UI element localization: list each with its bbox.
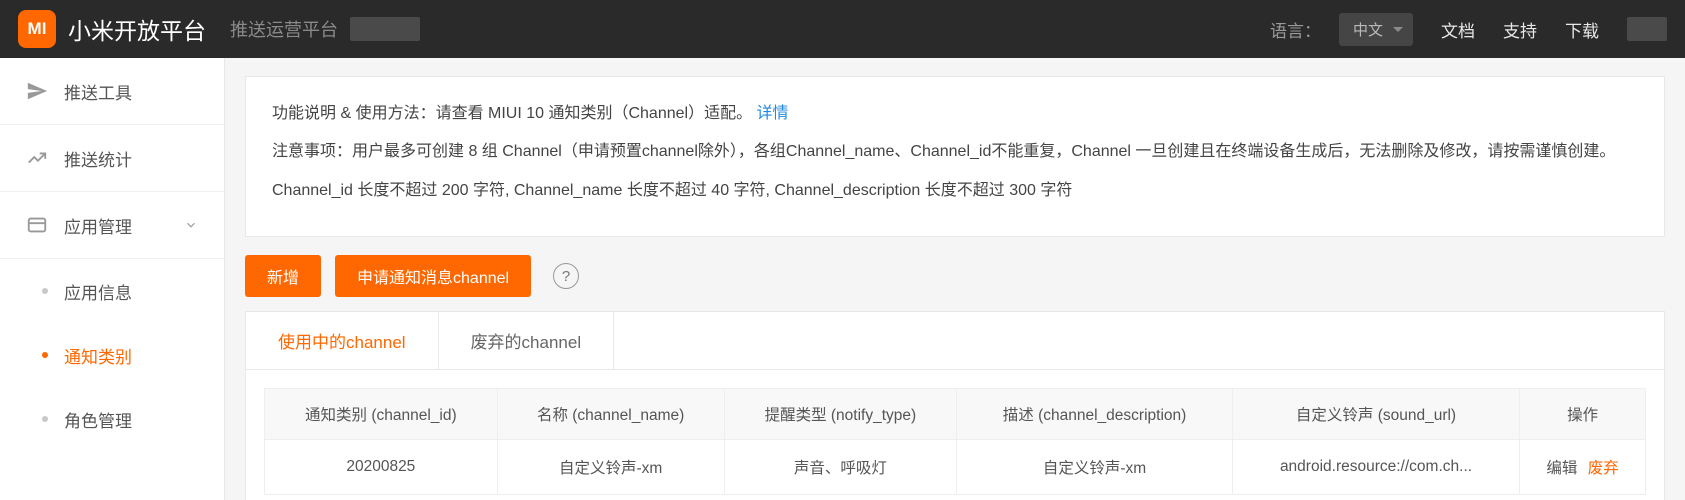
sidebar-sub-label: 通知类别 [64, 343, 132, 368]
brand-title: 小米开放平台 [68, 12, 206, 46]
sub-platform-label: 推送运营平台 [230, 16, 338, 42]
table-wrapper: 通知类别 (channel_id) 名称 (channel_name) 提醒类型… [246, 370, 1664, 500]
bullet-icon [42, 288, 48, 294]
cell-description: 自定义铃声-xm [957, 440, 1233, 495]
nav-docs-link[interactable]: 文档 [1441, 17, 1475, 42]
sidebar-item-push-tools[interactable]: 推送工具 [0, 58, 224, 125]
th-channel-id: 通知类别 (channel_id) [265, 389, 498, 440]
th-notify-type: 提醒类型 (notify_type) [724, 389, 957, 440]
th-sound-url: 自定义铃声 (sound_url) [1232, 389, 1519, 440]
th-channel-name: 名称 (channel_name) [497, 389, 724, 440]
notice-box: 功能说明 & 使用方法：请查看 MIUI 10 通知类别（Channel）适配。… [245, 76, 1665, 237]
sidebar-sub-app-info[interactable]: 应用信息 [64, 259, 224, 323]
sidebar-submenu: 应用信息 通知类别 角色管理 [0, 259, 224, 451]
table-header-row: 通知类别 (channel_id) 名称 (channel_name) 提醒类型… [265, 389, 1646, 440]
sidebar-label: 应用管理 [64, 213, 132, 238]
cell-actions: 编辑 废弃 [1520, 440, 1646, 495]
apply-channel-button[interactable]: 申请通知消息channel [335, 255, 531, 297]
bullet-icon [42, 416, 48, 422]
sidebar-label: 推送统计 [64, 146, 132, 171]
discard-action[interactable]: 废弃 [1588, 460, 1619, 477]
sidebar-sub-notify-category[interactable]: 通知类别 [64, 323, 224, 387]
main-layout: 推送工具 推送统计 应用管理 应用信息 通知类别 角色管理 [0, 58, 1685, 500]
send-icon [26, 80, 48, 102]
sidebar-sub-label: 应用信息 [64, 279, 132, 304]
notice-text: 功能说明 & 使用方法：请查看 MIUI 10 通知类别（Channel）适配。 [272, 105, 757, 122]
sidebar-item-push-stats[interactable]: 推送统计 [0, 125, 224, 192]
tab-in-use[interactable]: 使用中的channel [246, 312, 439, 369]
bullet-icon [42, 352, 48, 358]
sidebar-item-app-mgmt[interactable]: 应用管理 [0, 192, 224, 259]
edit-action[interactable]: 编辑 [1546, 460, 1577, 477]
header-obscured-area [350, 17, 420, 41]
nav-download-link[interactable]: 下载 [1565, 17, 1599, 42]
tabs-bar: 使用中的channel 废弃的channel [246, 312, 1664, 370]
language-label: 语言： [1270, 17, 1321, 42]
table-row: 20200825 自定义铃声-xm 声音、呼吸灯 自定义铃声-xm androi… [265, 440, 1646, 495]
sidebar: 推送工具 推送统计 应用管理 应用信息 通知类别 角色管理 [0, 58, 225, 500]
th-actions: 操作 [1520, 389, 1646, 440]
header-right: 语言： 中文 文档 支持 下载 [1270, 13, 1667, 46]
language-dropdown[interactable]: 中文 [1339, 13, 1413, 46]
cell-sound-url: android.resource://com.ch... [1232, 440, 1519, 495]
tabs-container: 使用中的channel 废弃的channel 通知类别 (channel_id)… [245, 311, 1665, 500]
tab-discarded[interactable]: 废弃的channel [439, 312, 615, 369]
sidebar-sub-role-mgmt[interactable]: 角色管理 [64, 387, 224, 451]
notice-line-3: Channel_id 长度不超过 200 字符, Channel_name 长度… [272, 176, 1638, 206]
cell-channel-id: 20200825 [265, 440, 498, 495]
notice-line-2: 注意事项：用户最多可创建 8 组 Channel（申请预置channel除外），… [272, 137, 1638, 167]
chevron-down-icon [184, 218, 198, 232]
sidebar-label: 推送工具 [64, 79, 132, 104]
logo-icon: MI [18, 10, 56, 48]
app-icon [26, 214, 48, 236]
action-row: 新增 申请通知消息channel ? [245, 255, 1665, 297]
add-button[interactable]: 新增 [245, 255, 321, 297]
notice-line-1: 功能说明 & 使用方法：请查看 MIUI 10 通知类别（Channel）适配。… [272, 99, 1638, 129]
content-area: 功能说明 & 使用方法：请查看 MIUI 10 通知类别（Channel）适配。… [225, 58, 1685, 500]
top-header: MI 小米开放平台 推送运营平台 语言： 中文 文档 支持 下载 [0, 0, 1685, 58]
nav-support-link[interactable]: 支持 [1503, 17, 1537, 42]
help-icon[interactable]: ? [553, 263, 579, 289]
cell-notify-type: 声音、呼吸灯 [724, 440, 957, 495]
sidebar-sub-label: 角色管理 [64, 407, 132, 432]
channel-table: 通知类别 (channel_id) 名称 (channel_name) 提醒类型… [264, 388, 1646, 495]
header-obscured-right [1627, 17, 1667, 41]
chart-icon [26, 147, 48, 169]
th-description: 描述 (channel_description) [957, 389, 1233, 440]
cell-channel-name: 自定义铃声-xm [497, 440, 724, 495]
details-link[interactable]: 详情 [757, 105, 789, 122]
